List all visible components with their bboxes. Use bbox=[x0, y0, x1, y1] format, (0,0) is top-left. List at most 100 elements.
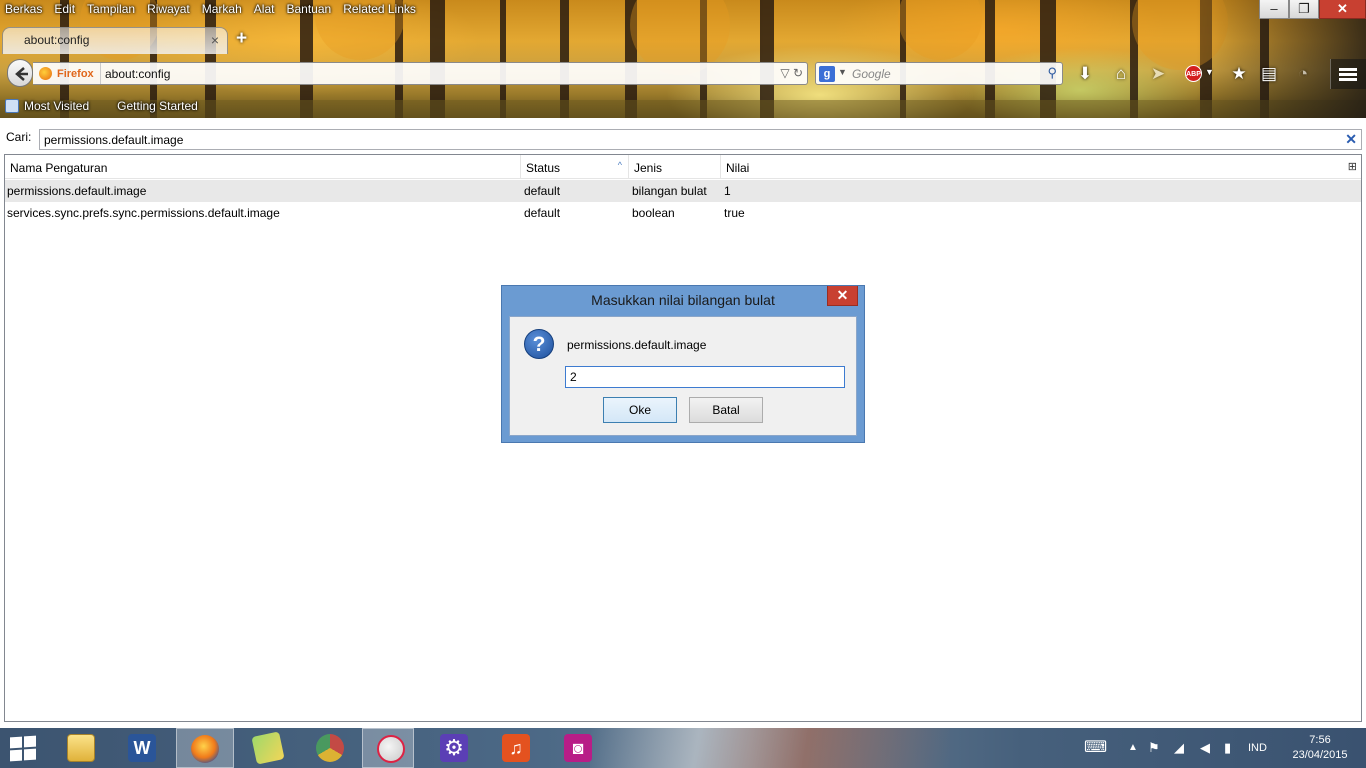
taskbar-file-explorer[interactable] bbox=[53, 728, 107, 768]
pref-status: default bbox=[524, 206, 561, 220]
google-icon[interactable]: g bbox=[819, 66, 835, 82]
pref-status: default bbox=[524, 184, 561, 198]
tab-strip: about:config × + bbox=[0, 26, 1366, 54]
cancel-button[interactable]: Batal bbox=[689, 397, 763, 423]
identity-box[interactable]: Firefox bbox=[39, 63, 101, 84]
bookmark-getting-started[interactable]: Getting Started bbox=[117, 99, 198, 113]
url-text[interactable]: about:config bbox=[105, 67, 170, 81]
column-status[interactable]: Status ^ bbox=[521, 155, 629, 179]
adblock-icon[interactable]: ABP bbox=[1185, 65, 1202, 82]
pref-type: bilangan bulat bbox=[632, 184, 707, 198]
taskbar-firefox[interactable] bbox=[176, 728, 234, 768]
menu-related-links[interactable]: Related Links bbox=[337, 1, 422, 19]
menu-markah[interactable]: Markah bbox=[196, 1, 248, 19]
start-button[interactable] bbox=[10, 735, 38, 762]
battery-icon[interactable]: ▮ bbox=[1224, 740, 1231, 756]
hamburger-menu-icon[interactable] bbox=[1330, 59, 1366, 89]
config-search-input[interactable] bbox=[44, 133, 1334, 147]
menu-edit[interactable]: Edit bbox=[48, 1, 81, 19]
taskbar-paint[interactable] bbox=[362, 728, 414, 768]
clock-time: 7:56 bbox=[1309, 734, 1331, 746]
close-window-button[interactable]: ✕ bbox=[1319, 0, 1366, 19]
url-bar[interactable]: Firefox about:config ▽ ↻ bbox=[33, 62, 808, 85]
back-arrow-icon bbox=[15, 67, 28, 81]
menu-bar: Berkas Edit Tampilan Riwayat Markah Alat… bbox=[0, 1, 422, 19]
menu-berkas[interactable]: Berkas bbox=[0, 1, 48, 19]
tree-header: Nama Pengaturan Status ^ Jenis Nilai ⊞ bbox=[5, 155, 1361, 179]
headphones-icon: ♫ bbox=[502, 734, 530, 762]
back-button[interactable] bbox=[7, 59, 33, 87]
taskbar-camera[interactable]: ◙ bbox=[550, 728, 604, 768]
tab-about-config[interactable]: about:config × bbox=[2, 27, 228, 54]
volume-icon[interactable]: ◀ bbox=[1200, 740, 1210, 756]
chrome-icon bbox=[316, 734, 344, 762]
search-bar[interactable]: g ▼ Google ⚲ bbox=[815, 62, 1063, 85]
search-label: Cari: bbox=[6, 130, 32, 144]
folder-icon bbox=[67, 734, 95, 762]
bookmark-folder-icon bbox=[5, 99, 19, 113]
keyboard-icon[interactable]: ⌨ bbox=[1084, 737, 1107, 757]
taskbar-word[interactable]: W bbox=[114, 728, 168, 768]
show-hidden-icons[interactable]: ▲ bbox=[1128, 742, 1138, 753]
table-row[interactable]: services.sync.prefs.sync.permissions.def… bbox=[5, 202, 1361, 224]
home-icon[interactable]: ⌂ bbox=[1110, 63, 1132, 85]
maximize-button[interactable]: ❐ bbox=[1289, 0, 1319, 19]
search-placeholder: Google bbox=[852, 67, 891, 81]
dialog-close-button[interactable]: ✕ bbox=[827, 286, 858, 306]
bookmark-star-icon[interactable]: ★ bbox=[1228, 63, 1250, 85]
search-icon[interactable]: ⚲ bbox=[1047, 65, 1057, 81]
firefox-icon bbox=[39, 67, 52, 80]
sort-ascending-icon: ^ bbox=[617, 160, 622, 170]
menu-bantuan[interactable]: Bantuan bbox=[280, 1, 337, 19]
engine-dropdown-icon[interactable]: ▼ bbox=[838, 67, 847, 77]
clock[interactable]: 7:56 23/04/2015 bbox=[1290, 733, 1350, 763]
send-icon[interactable]: ➤ bbox=[1147, 63, 1169, 85]
flag-icon[interactable]: ⚑ bbox=[1148, 740, 1160, 756]
rss-icon[interactable]: ◔ bbox=[1292, 63, 1314, 85]
bookmark-label: Getting Started bbox=[117, 99, 198, 113]
pref-value: true bbox=[724, 206, 745, 220]
column-picker-icon[interactable]: ⊞ bbox=[1348, 160, 1357, 173]
menu-alat[interactable]: Alat bbox=[248, 1, 281, 19]
minimize-button[interactable]: – bbox=[1259, 0, 1289, 19]
config-search-row: Cari: ✕ bbox=[0, 122, 1366, 150]
reload-icon[interactable]: ▽ ↻ bbox=[780, 66, 803, 80]
camera-icon: ◙ bbox=[564, 734, 592, 762]
pref-type: boolean bbox=[632, 206, 675, 220]
taskbar-folder-app[interactable] bbox=[240, 728, 294, 768]
bookmark-most-visited[interactable]: Most Visited bbox=[0, 99, 89, 113]
bookmarks-toolbar: Most Visited Getting Started bbox=[0, 96, 226, 116]
taskbar-music[interactable]: ♫ bbox=[488, 728, 542, 768]
sticky-notes-icon bbox=[251, 731, 285, 765]
column-value[interactable]: Nilai bbox=[721, 155, 1351, 179]
new-tab-button[interactable]: + bbox=[236, 28, 247, 50]
gear-icon: ⚙ bbox=[440, 734, 468, 762]
config-search-field[interactable]: ✕ bbox=[39, 129, 1362, 150]
language-indicator[interactable]: IND bbox=[1248, 742, 1267, 754]
download-icon[interactable]: ⬇ bbox=[1074, 63, 1096, 85]
bookmarks-menu-icon[interactable]: ▤ bbox=[1258, 63, 1280, 85]
word-icon: W bbox=[128, 734, 156, 762]
dialog-message: permissions.default.image bbox=[567, 338, 707, 352]
bookmark-label: Most Visited bbox=[24, 99, 90, 113]
column-name[interactable]: Nama Pengaturan bbox=[5, 155, 521, 179]
taskbar-settings[interactable]: ⚙ bbox=[426, 728, 480, 768]
tab-close-icon[interactable]: × bbox=[211, 32, 219, 48]
integer-input-dialog: Masukkan nilai bilangan bulat ✕ ? permis… bbox=[501, 285, 865, 443]
ok-button[interactable]: Oke bbox=[603, 397, 677, 423]
adblock-dropdown-icon[interactable]: ▼ bbox=[1205, 67, 1214, 77]
network-icon[interactable]: ◢ bbox=[1174, 740, 1184, 756]
clear-search-icon[interactable]: ✕ bbox=[1345, 131, 1357, 148]
dialog-body: ? permissions.default.image Oke Batal bbox=[509, 316, 857, 436]
clock-date: 23/04/2015 bbox=[1292, 749, 1348, 761]
menu-riwayat[interactable]: Riwayat bbox=[141, 1, 196, 19]
system-tray: ⌨ ▲ ⚑ ◢ ◀ ▮ IND 7:56 23/04/2015 bbox=[1076, 728, 1366, 768]
table-row[interactable]: permissions.default.image default bilang… bbox=[5, 180, 1361, 202]
column-type[interactable]: Jenis bbox=[629, 155, 721, 179]
window-controls: – ❐ ✕ bbox=[1259, 0, 1366, 19]
integer-value-input[interactable] bbox=[570, 370, 840, 384]
taskbar-chrome[interactable] bbox=[302, 728, 356, 768]
menu-tampilan[interactable]: Tampilan bbox=[81, 1, 141, 19]
taskbar: W ⚙ ♫ ◙ ⌨ ▲ ⚑ ◢ ◀ ▮ IND 7:56 23/04/2015 bbox=[0, 728, 1366, 768]
integer-value-field[interactable] bbox=[565, 366, 845, 388]
